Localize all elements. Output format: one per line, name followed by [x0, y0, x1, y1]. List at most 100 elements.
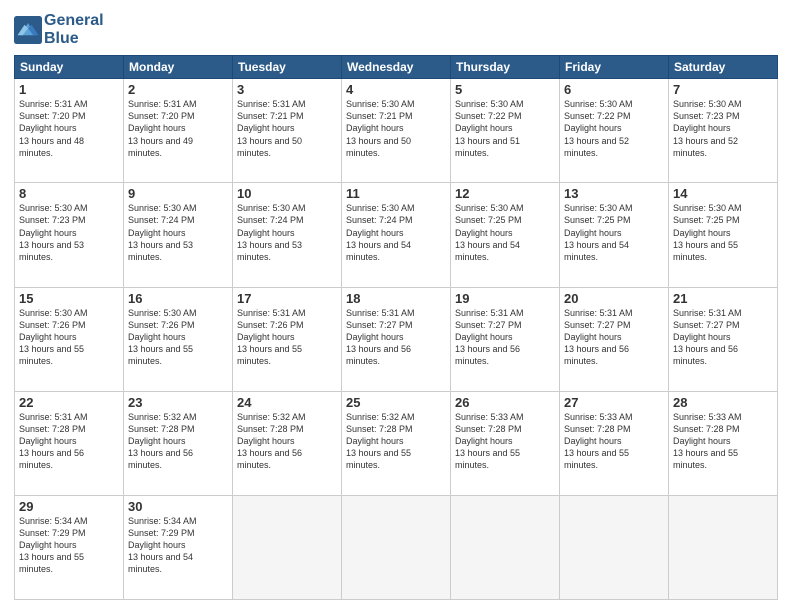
calendar-cell: 9Sunrise: 5:30 AMSunset: 7:24 PMDaylight… [124, 183, 233, 287]
day-number: 5 [455, 82, 555, 97]
cell-info: Sunrise: 5:31 AMSunset: 7:20 PMDaylight … [128, 98, 228, 159]
day-number: 28 [673, 395, 773, 410]
day-number: 2 [128, 82, 228, 97]
calendar-cell: 8Sunrise: 5:30 AMSunset: 7:23 PMDaylight… [15, 183, 124, 287]
calendar-cell: 17Sunrise: 5:31 AMSunset: 7:26 PMDayligh… [233, 287, 342, 391]
calendar-cell: 3Sunrise: 5:31 AMSunset: 7:21 PMDaylight… [233, 79, 342, 183]
calendar-cell [451, 495, 560, 599]
calendar-cell: 14Sunrise: 5:30 AMSunset: 7:25 PMDayligh… [669, 183, 778, 287]
day-number: 1 [19, 82, 119, 97]
calendar-cell: 6Sunrise: 5:30 AMSunset: 7:22 PMDaylight… [560, 79, 669, 183]
day-number: 11 [346, 186, 446, 201]
cell-info: Sunrise: 5:34 AMSunset: 7:29 PMDaylight … [19, 515, 119, 576]
cell-info: Sunrise: 5:33 AMSunset: 7:28 PMDaylight … [455, 411, 555, 472]
calendar-cell: 24Sunrise: 5:32 AMSunset: 7:28 PMDayligh… [233, 391, 342, 495]
day-number: 20 [564, 291, 664, 306]
cell-info: Sunrise: 5:30 AMSunset: 7:23 PMDaylight … [19, 202, 119, 263]
day-number: 29 [19, 499, 119, 514]
cell-info: Sunrise: 5:30 AMSunset: 7:22 PMDaylight … [455, 98, 555, 159]
week-row-4: 29Sunrise: 5:34 AMSunset: 7:29 PMDayligh… [15, 495, 778, 599]
cell-info: Sunrise: 5:31 AMSunset: 7:27 PMDaylight … [673, 307, 773, 368]
logo-text: General Blue [44, 12, 104, 47]
day-number: 6 [564, 82, 664, 97]
calendar-cell: 30Sunrise: 5:34 AMSunset: 7:29 PMDayligh… [124, 495, 233, 599]
calendar-cell [669, 495, 778, 599]
cell-info: Sunrise: 5:30 AMSunset: 7:24 PMDaylight … [128, 202, 228, 263]
calendar-cell: 19Sunrise: 5:31 AMSunset: 7:27 PMDayligh… [451, 287, 560, 391]
calendar-cell: 13Sunrise: 5:30 AMSunset: 7:25 PMDayligh… [560, 183, 669, 287]
calendar-cell: 25Sunrise: 5:32 AMSunset: 7:28 PMDayligh… [342, 391, 451, 495]
day-number: 16 [128, 291, 228, 306]
cell-info: Sunrise: 5:31 AMSunset: 7:28 PMDaylight … [19, 411, 119, 472]
weekday-header-monday: Monday [124, 56, 233, 79]
calendar-cell: 4Sunrise: 5:30 AMSunset: 7:21 PMDaylight… [342, 79, 451, 183]
logo-icon [14, 16, 42, 44]
calendar-cell: 26Sunrise: 5:33 AMSunset: 7:28 PMDayligh… [451, 391, 560, 495]
week-row-2: 15Sunrise: 5:30 AMSunset: 7:26 PMDayligh… [15, 287, 778, 391]
calendar-cell [560, 495, 669, 599]
cell-info: Sunrise: 5:31 AMSunset: 7:27 PMDaylight … [564, 307, 664, 368]
cell-info: Sunrise: 5:31 AMSunset: 7:20 PMDaylight … [19, 98, 119, 159]
cell-info: Sunrise: 5:30 AMSunset: 7:24 PMDaylight … [346, 202, 446, 263]
day-number: 27 [564, 395, 664, 410]
weekday-header-saturday: Saturday [669, 56, 778, 79]
logo: General Blue [14, 12, 104, 47]
calendar-cell: 23Sunrise: 5:32 AMSunset: 7:28 PMDayligh… [124, 391, 233, 495]
cell-info: Sunrise: 5:33 AMSunset: 7:28 PMDaylight … [564, 411, 664, 472]
day-number: 10 [237, 186, 337, 201]
day-number: 22 [19, 395, 119, 410]
cell-info: Sunrise: 5:32 AMSunset: 7:28 PMDaylight … [128, 411, 228, 472]
calendar-cell: 20Sunrise: 5:31 AMSunset: 7:27 PMDayligh… [560, 287, 669, 391]
week-row-3: 22Sunrise: 5:31 AMSunset: 7:28 PMDayligh… [15, 391, 778, 495]
day-number: 26 [455, 395, 555, 410]
day-number: 30 [128, 499, 228, 514]
day-number: 18 [346, 291, 446, 306]
day-number: 12 [455, 186, 555, 201]
calendar-cell [233, 495, 342, 599]
day-number: 24 [237, 395, 337, 410]
calendar-cell: 7Sunrise: 5:30 AMSunset: 7:23 PMDaylight… [669, 79, 778, 183]
day-number: 21 [673, 291, 773, 306]
page: General Blue SundayMondayTuesdayWednesda… [0, 0, 792, 612]
cell-info: Sunrise: 5:30 AMSunset: 7:23 PMDaylight … [673, 98, 773, 159]
calendar-cell: 2Sunrise: 5:31 AMSunset: 7:20 PMDaylight… [124, 79, 233, 183]
weekday-header-sunday: Sunday [15, 56, 124, 79]
day-number: 19 [455, 291, 555, 306]
weekday-header-tuesday: Tuesday [233, 56, 342, 79]
calendar-cell: 29Sunrise: 5:34 AMSunset: 7:29 PMDayligh… [15, 495, 124, 599]
cell-info: Sunrise: 5:32 AMSunset: 7:28 PMDaylight … [346, 411, 446, 472]
day-number: 8 [19, 186, 119, 201]
cell-info: Sunrise: 5:30 AMSunset: 7:22 PMDaylight … [564, 98, 664, 159]
calendar-cell: 1Sunrise: 5:31 AMSunset: 7:20 PMDaylight… [15, 79, 124, 183]
cell-info: Sunrise: 5:30 AMSunset: 7:24 PMDaylight … [237, 202, 337, 263]
cell-info: Sunrise: 5:31 AMSunset: 7:21 PMDaylight … [237, 98, 337, 159]
cell-info: Sunrise: 5:31 AMSunset: 7:26 PMDaylight … [237, 307, 337, 368]
day-number: 9 [128, 186, 228, 201]
cell-info: Sunrise: 5:30 AMSunset: 7:26 PMDaylight … [128, 307, 228, 368]
day-number: 25 [346, 395, 446, 410]
weekday-header-row: SundayMondayTuesdayWednesdayThursdayFrid… [15, 56, 778, 79]
cell-info: Sunrise: 5:33 AMSunset: 7:28 PMDaylight … [673, 411, 773, 472]
day-number: 14 [673, 186, 773, 201]
calendar-cell: 18Sunrise: 5:31 AMSunset: 7:27 PMDayligh… [342, 287, 451, 391]
day-number: 13 [564, 186, 664, 201]
cell-info: Sunrise: 5:32 AMSunset: 7:28 PMDaylight … [237, 411, 337, 472]
calendar-cell: 5Sunrise: 5:30 AMSunset: 7:22 PMDaylight… [451, 79, 560, 183]
day-number: 3 [237, 82, 337, 97]
calendar-cell: 27Sunrise: 5:33 AMSunset: 7:28 PMDayligh… [560, 391, 669, 495]
day-number: 4 [346, 82, 446, 97]
calendar-cell: 22Sunrise: 5:31 AMSunset: 7:28 PMDayligh… [15, 391, 124, 495]
day-number: 23 [128, 395, 228, 410]
weekday-header-thursday: Thursday [451, 56, 560, 79]
week-row-1: 8Sunrise: 5:30 AMSunset: 7:23 PMDaylight… [15, 183, 778, 287]
cell-info: Sunrise: 5:34 AMSunset: 7:29 PMDaylight … [128, 515, 228, 576]
cell-info: Sunrise: 5:30 AMSunset: 7:25 PMDaylight … [564, 202, 664, 263]
calendar-cell [342, 495, 451, 599]
cell-info: Sunrise: 5:30 AMSunset: 7:21 PMDaylight … [346, 98, 446, 159]
cell-info: Sunrise: 5:30 AMSunset: 7:25 PMDaylight … [455, 202, 555, 263]
cell-info: Sunrise: 5:31 AMSunset: 7:27 PMDaylight … [455, 307, 555, 368]
day-number: 7 [673, 82, 773, 97]
calendar-cell: 28Sunrise: 5:33 AMSunset: 7:28 PMDayligh… [669, 391, 778, 495]
cell-info: Sunrise: 5:30 AMSunset: 7:26 PMDaylight … [19, 307, 119, 368]
header: General Blue [14, 12, 778, 47]
